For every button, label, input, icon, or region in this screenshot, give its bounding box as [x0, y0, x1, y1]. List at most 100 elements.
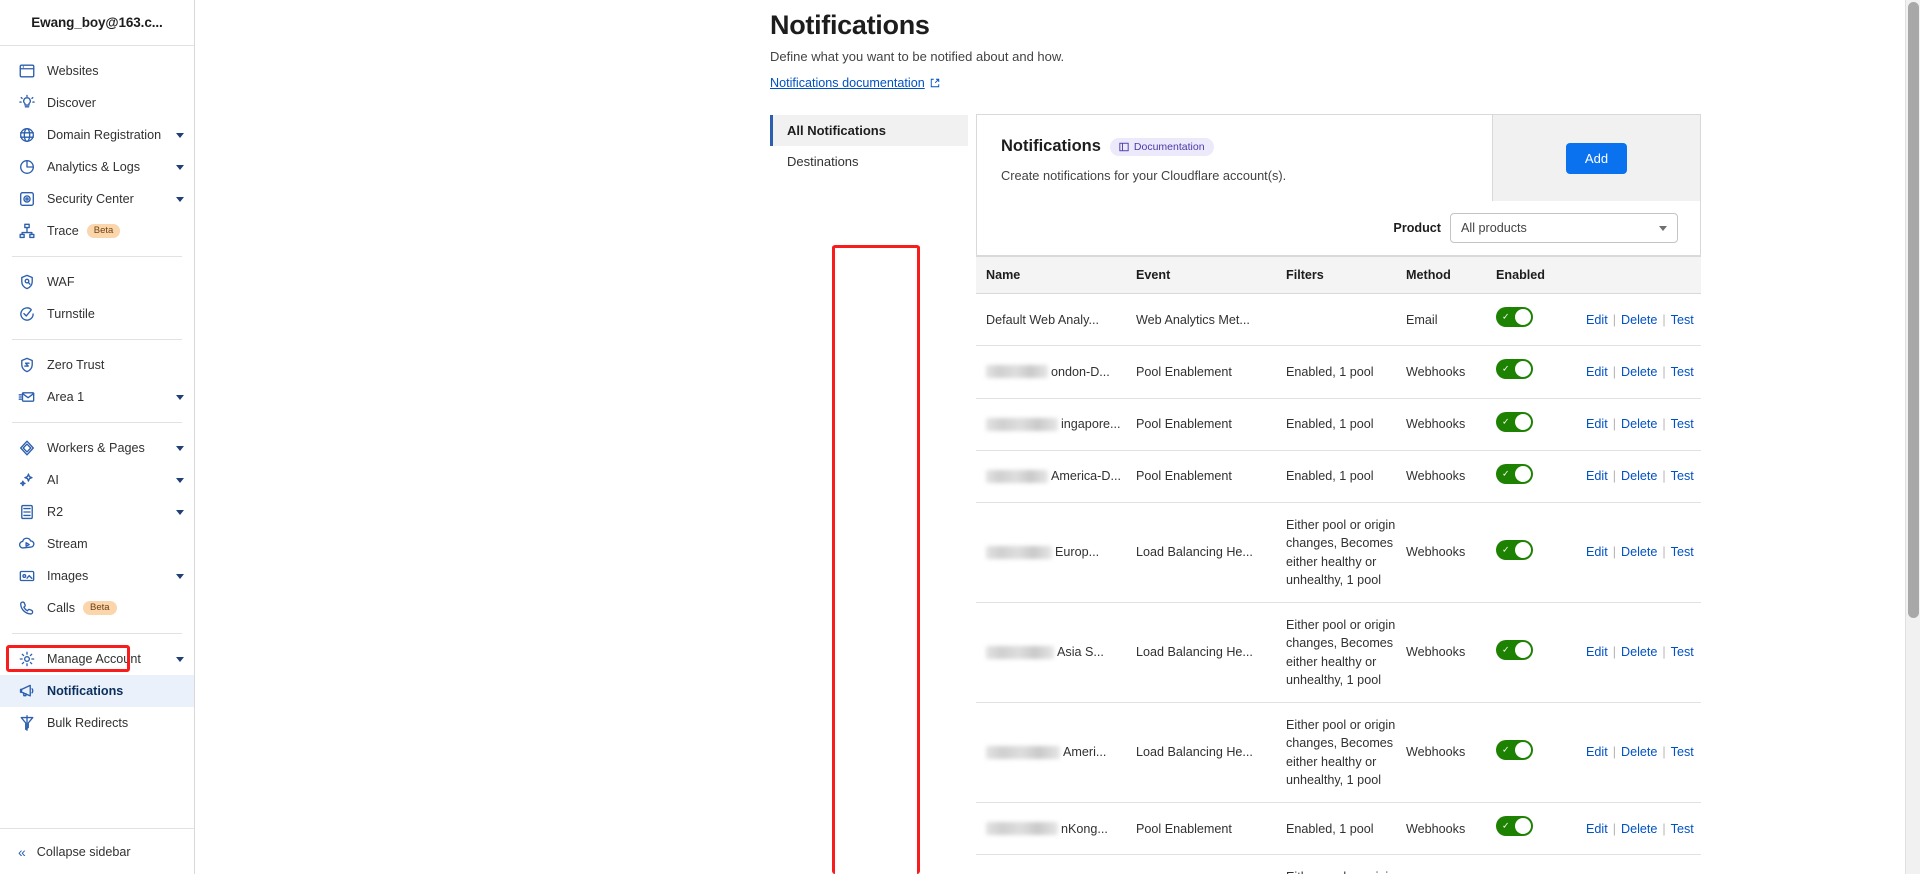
test-link[interactable]: Test [1671, 745, 1694, 759]
test-link[interactable]: Test [1671, 822, 1694, 836]
sidebar-item-label: Calls [47, 601, 75, 615]
account-label[interactable]: Ewang_boy@163.c... [0, 0, 194, 46]
delete-link[interactable]: Delete [1621, 745, 1657, 759]
delete-link[interactable]: Delete [1621, 313, 1657, 327]
sidebar-item-label: Notifications [47, 684, 123, 698]
delete-link[interactable]: Delete [1621, 645, 1657, 659]
edit-link[interactable]: Edit [1586, 645, 1608, 659]
sidebar-item-notifications[interactable]: Notifications [0, 675, 194, 707]
edit-link[interactable]: Edit [1586, 417, 1608, 431]
sidebar-item-security-center[interactable]: Security Center [0, 183, 194, 215]
name-wrapper: ingapore... [986, 415, 1126, 433]
page-scrollbar[interactable] [1905, 0, 1920, 874]
cell-method: Webhooks [1396, 450, 1486, 502]
sidebar-item-label: WAF [47, 275, 75, 289]
sidebar-item-calls[interactable]: CallsBeta [0, 592, 194, 624]
sidebar-item-workers-pages[interactable]: Workers & Pages [0, 432, 194, 464]
chevron-down-icon[interactable] [176, 657, 184, 662]
chevron-down-icon[interactable] [176, 574, 184, 579]
cell-enabled: ✓ [1486, 803, 1576, 855]
redacted-text-block [986, 470, 1048, 483]
table-row: Hong...Load Balancing He...Either pool o… [976, 855, 1701, 874]
redacted-text-block [986, 418, 1058, 431]
delete-link[interactable]: Delete [1621, 417, 1657, 431]
delete-link[interactable]: Delete [1621, 365, 1657, 379]
sidebar-item-discover[interactable]: Discover [0, 87, 194, 119]
security-shield-icon [18, 190, 36, 208]
ai-sparkle-icon [18, 471, 36, 489]
sidebar-item-bulk-redirects[interactable]: Bulk Redirects [0, 707, 194, 739]
chevron-down-icon[interactable] [176, 197, 184, 202]
sidebar-item-trace[interactable]: TraceBeta [0, 215, 194, 247]
column-header-filters[interactable]: Filters [1276, 257, 1396, 294]
delete-link[interactable]: Delete [1621, 822, 1657, 836]
product-filter-select[interactable]: All products [1450, 213, 1678, 243]
sidebar-divider [12, 422, 182, 423]
sidebar-item-label: Analytics & Logs [47, 160, 140, 174]
cell-enabled: ✓ [1486, 703, 1576, 803]
chevron-down-icon[interactable] [176, 395, 184, 400]
test-link[interactable]: Test [1671, 365, 1694, 379]
edit-link[interactable]: Edit [1586, 822, 1608, 836]
edit-link[interactable]: Edit [1586, 469, 1608, 483]
enabled-toggle[interactable]: ✓ [1496, 816, 1533, 836]
sidebar-item-turnstile[interactable]: Turnstile [0, 298, 194, 330]
column-header-event[interactable]: Event [1126, 257, 1276, 294]
enabled-toggle[interactable]: ✓ [1496, 640, 1533, 660]
sidebar-item-label: Manage Account [47, 652, 141, 666]
chevron-down-icon[interactable] [176, 133, 184, 138]
chevron-down-icon[interactable] [176, 510, 184, 515]
edit-link[interactable]: Edit [1586, 313, 1608, 327]
sidebar-item-domain-registration[interactable]: Domain Registration [0, 119, 194, 151]
subnav-item-all-notifications[interactable]: All Notifications [770, 115, 968, 146]
documentation-badge[interactable]: Documentation [1110, 138, 1214, 156]
sidebar-item-manage-account[interactable]: Manage Account [0, 643, 194, 675]
add-button[interactable]: Add [1566, 143, 1627, 174]
enabled-toggle[interactable]: ✓ [1496, 307, 1533, 327]
chevron-down-icon[interactable] [176, 446, 184, 451]
test-link[interactable]: Test [1671, 313, 1694, 327]
test-link[interactable]: Test [1671, 417, 1694, 431]
cell-actions: Edit|Delete|Test [1576, 855, 1701, 874]
column-header-method[interactable]: Method [1396, 257, 1486, 294]
column-header-enabled[interactable]: Enabled [1486, 257, 1576, 294]
scrollbar-thumb[interactable] [1908, 2, 1919, 618]
notifications-documentation-link[interactable]: Notifications documentation [770, 76, 940, 90]
sidebar-item-zero-trust[interactable]: Zero Trust [0, 349, 194, 381]
gear-icon [18, 650, 36, 668]
delete-link[interactable]: Delete [1621, 469, 1657, 483]
chevron-down-icon[interactable] [176, 165, 184, 170]
test-link[interactable]: Test [1671, 545, 1694, 559]
megaphone-icon [18, 682, 36, 700]
sidebar-item-r2[interactable]: R2 [0, 496, 194, 528]
enabled-toggle[interactable]: ✓ [1496, 464, 1533, 484]
test-link[interactable]: Test [1671, 645, 1694, 659]
sidebar-item-images[interactable]: Images [0, 560, 194, 592]
enabled-toggle[interactable]: ✓ [1496, 359, 1533, 379]
sidebar-item-area-1[interactable]: Area 1 [0, 381, 194, 413]
sidebar-item-label: Discover [47, 96, 96, 110]
check-icon: ✓ [1502, 469, 1510, 478]
sidebar-nav: Websites Discover Domain Registration Analy… [0, 46, 194, 828]
delete-link[interactable]: Delete [1621, 545, 1657, 559]
sidebar-item-ai[interactable]: AI [0, 464, 194, 496]
name-text: Europ... [1055, 543, 1099, 561]
enabled-toggle[interactable]: ✓ [1496, 740, 1533, 760]
edit-link[interactable]: Edit [1586, 745, 1608, 759]
sidebar-item-analytics-logs[interactable]: Analytics & Logs [0, 151, 194, 183]
cell-filters: Enabled, 1 pool [1276, 450, 1396, 502]
sidebar-item-waf[interactable]: WAF [0, 266, 194, 298]
subnav-item-destinations[interactable]: Destinations [770, 146, 968, 177]
chevron-down-icon[interactable] [176, 478, 184, 483]
enabled-toggle[interactable]: ✓ [1496, 540, 1533, 560]
edit-link[interactable]: Edit [1586, 365, 1608, 379]
add-button-area: Add [1492, 115, 1700, 201]
enabled-toggle[interactable]: ✓ [1496, 412, 1533, 432]
sidebar-item-websites[interactable]: Websites [0, 55, 194, 87]
collapse-sidebar-button[interactable]: « Collapse sidebar [0, 828, 194, 874]
test-link[interactable]: Test [1671, 469, 1694, 483]
edit-link[interactable]: Edit [1586, 545, 1608, 559]
sidebar-item-stream[interactable]: Stream [0, 528, 194, 560]
column-header-name[interactable]: Name [976, 257, 1126, 294]
external-link-icon [930, 78, 940, 88]
